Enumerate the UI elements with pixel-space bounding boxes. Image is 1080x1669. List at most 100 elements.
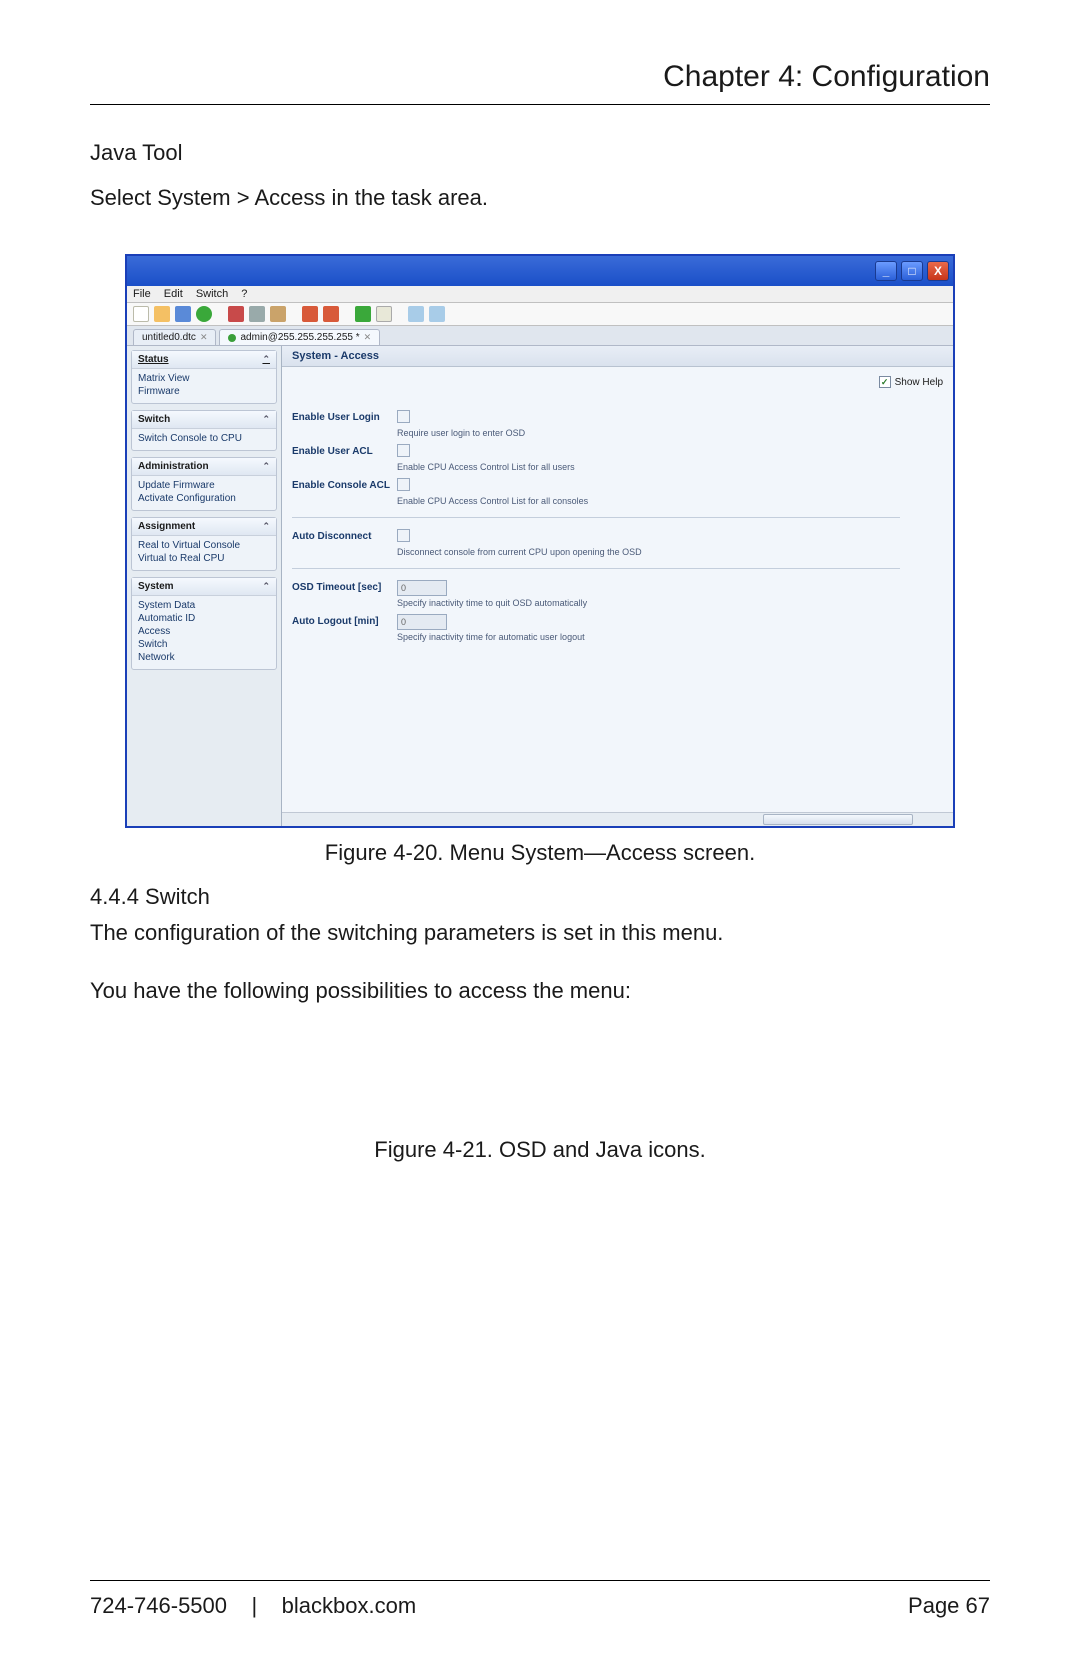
subsection-p2: You have the following possibilities to … <box>90 974 990 1007</box>
page-footer: 724-746-5500 | blackbox.com Page 67 <box>90 1580 990 1619</box>
chapter-title: Chapter 4: Configuration <box>90 60 990 105</box>
menu-help[interactable]: ? <box>241 288 247 300</box>
label-enable-console-acl: Enable Console ACL <box>292 478 397 491</box>
panel-status: Status⌃ Matrix View Firmware <box>131 350 277 404</box>
brush1-icon[interactable] <box>302 306 318 322</box>
sidebar-item-matrixview[interactable]: Matrix View <box>138 372 270 385</box>
label-auto-logout: Auto Logout [min] <box>292 614 397 627</box>
horizontal-scrollbar[interactable] <box>282 812 953 826</box>
workspace: Status⌃ Matrix View Firmware Switch⌃ Swi… <box>127 346 953 826</box>
panel-assign: Assignment⌃ Real to Virtual Console Virt… <box>131 517 277 571</box>
sidebar-item-switchconsole[interactable]: Switch Console to CPU <box>138 432 270 445</box>
panel-head-assign[interactable]: Assignment⌃ <box>132 518 276 536</box>
cut-icon[interactable] <box>228 306 244 322</box>
tab-untitled[interactable]: untitled0.dtc ✕ <box>133 329 216 345</box>
page-icon[interactable] <box>376 306 392 322</box>
sidebar-item-realvirtual[interactable]: Real to Virtual Console <box>138 539 270 552</box>
collapse-icon[interactable]: ⌃ <box>262 581 270 592</box>
help-osd-timeout: Specify inactivity time to quit OSD auto… <box>397 598 587 608</box>
page-number: Page 67 <box>908 1593 990 1619</box>
screenshot-figure: _ □ X File Edit Switch ? untitled0.dtc ✕ <box>125 254 955 828</box>
help-auto-logout: Specify inactivity time for automatic us… <box>397 632 585 642</box>
input-osd-timeout[interactable] <box>397 580 447 596</box>
figure-4-21-caption: Figure 4-21. OSD and Java icons. <box>90 1137 990 1163</box>
panel-switch: Switch⌃ Switch Console to CPU <box>131 410 277 451</box>
java-tool-heading: Java Tool <box>90 140 990 166</box>
label-auto-disconnect: Auto Disconnect <box>292 529 397 542</box>
checkbox-auto-disconnect[interactable] <box>397 529 410 542</box>
footer-site: blackbox.com <box>282 1593 417 1618</box>
arrow-down-icon[interactable] <box>355 306 371 322</box>
label-osd-timeout: OSD Timeout [sec] <box>292 580 397 593</box>
sidebar-item-network[interactable]: Network <box>138 651 270 664</box>
footer-sep: | <box>251 1593 257 1618</box>
new-file-icon[interactable] <box>133 306 149 322</box>
label-enable-user-acl: Enable User ACL <box>292 444 397 457</box>
help-enable-user-login: Require user login to enter OSD <box>397 428 525 438</box>
checkbox-icon[interactable]: ✓ <box>879 376 891 388</box>
sidebar: Status⌃ Matrix View Firmware Switch⌃ Swi… <box>127 346 282 826</box>
menu-file[interactable]: File <box>133 288 151 300</box>
connection-icon <box>228 334 236 342</box>
input-auto-logout[interactable] <box>397 614 447 630</box>
menubar: File Edit Switch ? <box>127 286 953 303</box>
checkbox-enable-console-acl[interactable] <box>397 478 410 491</box>
help-auto-disconnect: Disconnect console from current CPU upon… <box>397 547 642 557</box>
panel-system: System⌃ System Data Automatic ID Access … <box>131 577 277 670</box>
content-title: System - Access <box>282 346 953 367</box>
subsection-4-4-4: 4.4.4 Switch <box>90 884 990 910</box>
collapse-icon[interactable]: ⌃ <box>262 461 270 472</box>
sidebar-item-systemdata[interactable]: System Data <box>138 599 270 612</box>
panel-head-system[interactable]: System⌃ <box>132 578 276 596</box>
form-area: Enable User Login Require user login to … <box>282 367 953 645</box>
sidebar-item-access[interactable]: Access <box>138 625 270 638</box>
panel-admin: Administration⌃ Update Firmware Activate… <box>131 457 277 511</box>
sidebar-item-virtualreal[interactable]: Virtual to Real CPU <box>138 552 270 565</box>
separator <box>292 517 900 518</box>
sidebar-item-autoid[interactable]: Automatic ID <box>138 612 270 625</box>
checkbox-enable-user-acl[interactable] <box>397 444 410 457</box>
tab-admin[interactable]: admin@255.255.255.255 * ✕ <box>219 329 380 345</box>
doc2-icon[interactable] <box>429 306 445 322</box>
brush2-icon[interactable] <box>323 306 339 322</box>
panel-head-switch[interactable]: Switch⌃ <box>132 411 276 429</box>
tabs-row: untitled0.dtc ✕ admin@255.255.255.255 * … <box>127 326 953 346</box>
save-icon[interactable] <box>175 306 191 322</box>
collapse-icon[interactable]: ⌃ <box>262 521 270 532</box>
menu-switch[interactable]: Switch <box>196 288 228 300</box>
doc1-icon[interactable] <box>408 306 424 322</box>
checkbox-enable-user-login[interactable] <box>397 410 410 423</box>
tab-label: untitled0.dtc <box>142 332 196 343</box>
panel-head-status[interactable]: Status⌃ <box>132 351 276 369</box>
paste-icon[interactable] <box>270 306 286 322</box>
help-enable-console-acl: Enable CPU Access Control List for all c… <box>397 496 588 506</box>
show-help-toggle[interactable]: ✓ Show Help <box>879 376 943 388</box>
instruction-text: Select System > Access in the task area. <box>90 181 990 214</box>
copy-icon[interactable] <box>249 306 265 322</box>
subsection-p1: The configuration of the switching param… <box>90 916 990 949</box>
collapse-icon[interactable]: ⌃ <box>262 354 270 365</box>
show-help-label: Show Help <box>895 377 943 388</box>
close-button[interactable]: X <box>927 261 949 281</box>
separator <box>292 568 900 569</box>
sidebar-item-firmware[interactable]: Firmware <box>138 385 270 398</box>
collapse-icon[interactable]: ⌃ <box>262 414 270 425</box>
panel-head-admin[interactable]: Administration⌃ <box>132 458 276 476</box>
sidebar-item-activatecfg[interactable]: Activate Configuration <box>138 492 270 505</box>
toolbar <box>127 303 953 326</box>
tab-label: admin@255.255.255.255 * <box>240 332 359 343</box>
close-icon[interactable]: ✕ <box>364 332 372 343</box>
sidebar-item-updatefw[interactable]: Update Firmware <box>138 479 270 492</box>
sidebar-item-switch[interactable]: Switch <box>138 638 270 651</box>
menu-edit[interactable]: Edit <box>164 288 183 300</box>
close-icon[interactable]: ✕ <box>200 332 208 343</box>
figure-4-20-caption: Figure 4-20. Menu System—Access screen. <box>90 840 990 866</box>
window-titlebar: _ □ X <box>127 256 953 286</box>
help-enable-user-acl: Enable CPU Access Control List for all u… <box>397 462 575 472</box>
minimize-button[interactable]: _ <box>875 261 897 281</box>
maximize-button[interactable]: □ <box>901 261 923 281</box>
scrollbar-thumb[interactable] <box>763 814 913 825</box>
refresh-icon[interactable] <box>196 306 212 322</box>
open-icon[interactable] <box>154 306 170 322</box>
label-enable-user-login: Enable User Login <box>292 410 397 423</box>
